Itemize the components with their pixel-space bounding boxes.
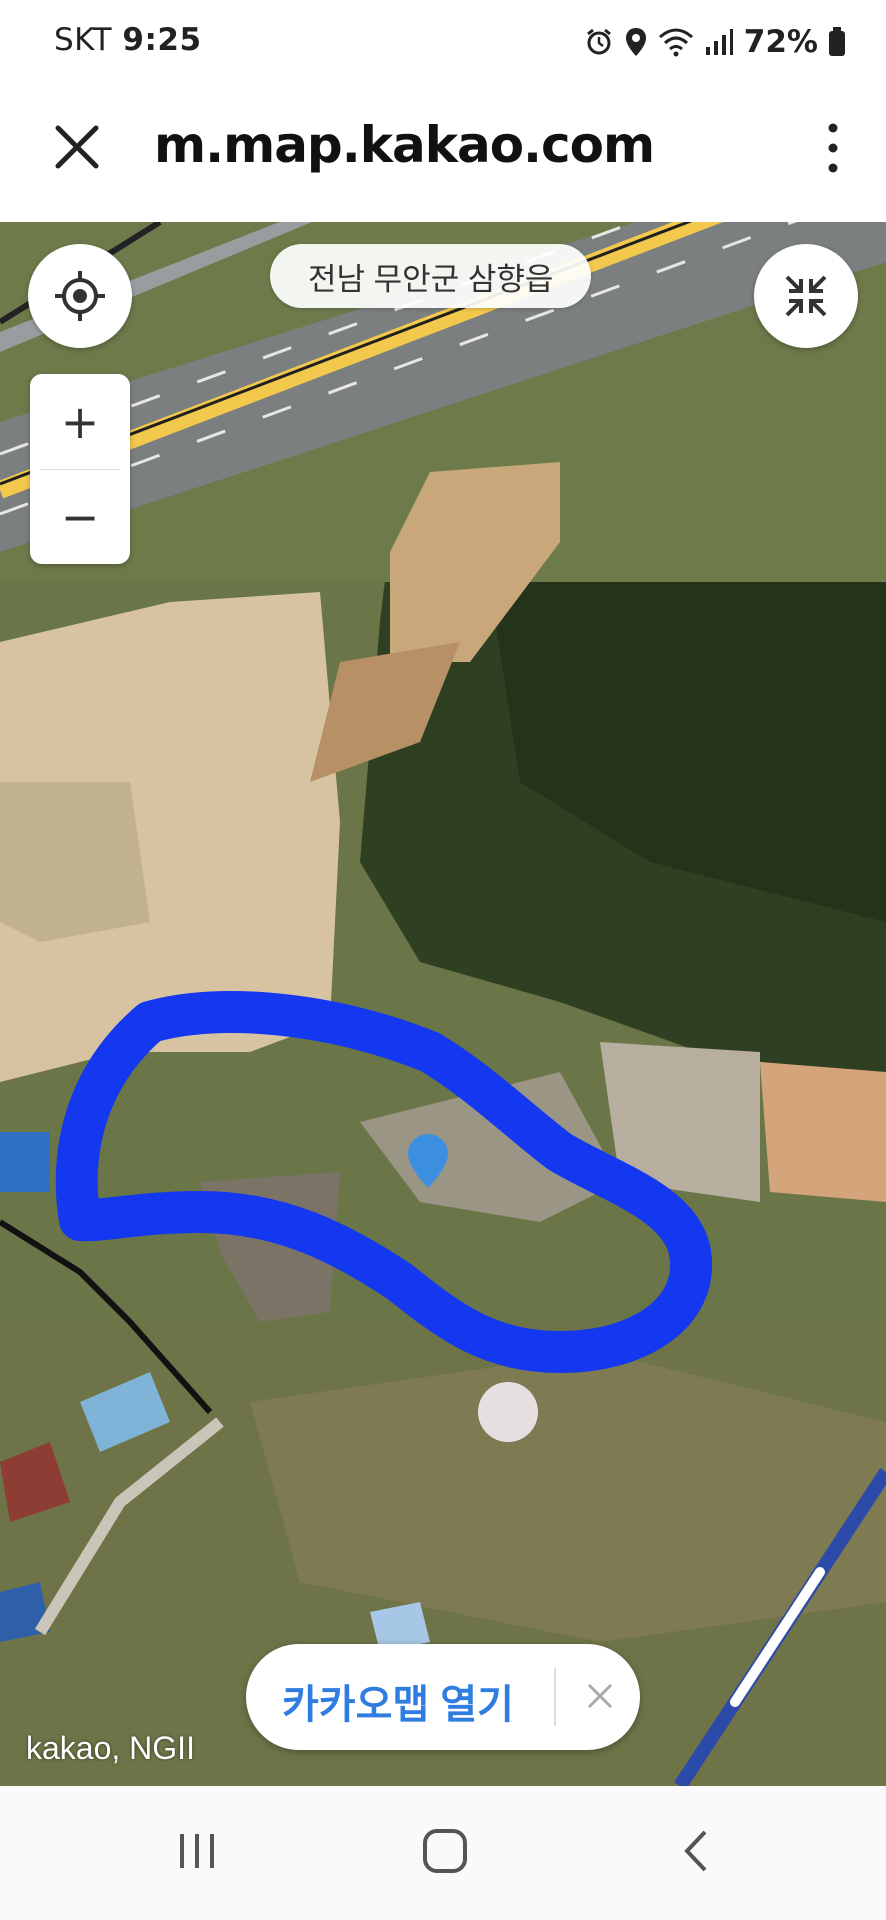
open-kakaomap-banner: 카카오맵 열기 xyxy=(246,1644,640,1750)
alarm-icon xyxy=(586,28,611,55)
more-vert-icon[interactable] xyxy=(818,120,848,176)
recent-apps-icon xyxy=(180,1834,214,1868)
clock: 9:25 xyxy=(122,22,202,58)
open-kakaomap-button[interactable]: 카카오맵 열기 xyxy=(282,1672,514,1730)
close-icon[interactable] xyxy=(50,120,104,174)
status-carrier-time: SKT 9:25 xyxy=(54,22,202,58)
home-icon xyxy=(423,1829,467,1873)
status-bar: SKT 9:25 72% xyxy=(0,0,886,86)
map-attribution: kakao, NGII xyxy=(26,1730,195,1766)
back-button[interactable] xyxy=(660,1816,730,1886)
close-icon xyxy=(587,1683,613,1709)
signal-icon xyxy=(705,29,733,55)
url-text[interactable]: m.map.kakao.com xyxy=(154,116,655,174)
my-location-button[interactable] xyxy=(28,244,132,348)
status-icons: 72% xyxy=(584,24,846,60)
satellite-imagery xyxy=(0,222,886,1786)
zoom-in-button[interactable]: + xyxy=(30,374,130,469)
dismiss-banner-button[interactable] xyxy=(570,1666,630,1726)
zoom-control: + − xyxy=(30,374,130,564)
system-nav-bar xyxy=(0,1786,886,1920)
battery-icon xyxy=(829,27,845,56)
recent-apps-button[interactable] xyxy=(162,1816,232,1886)
battery-percent: 72% xyxy=(743,24,818,60)
location-icon xyxy=(625,28,646,56)
carrier-label: SKT xyxy=(54,22,113,58)
zoom-out-button[interactable]: − xyxy=(30,469,130,564)
satellite-map[interactable]: 전남 무안군 삼향읍 + − kakao, NGII 카카오맵 열기 xyxy=(0,222,886,1786)
banner-divider xyxy=(554,1668,556,1726)
wifi-icon xyxy=(658,28,693,57)
collapse-map-button[interactable] xyxy=(754,244,858,348)
browser-toolbar: m.map.kakao.com xyxy=(0,86,886,222)
region-label: 전남 무안군 삼향읍 xyxy=(270,244,592,308)
home-button[interactable] xyxy=(410,1816,480,1886)
my-location-icon xyxy=(55,271,105,321)
collapse-icon xyxy=(785,275,827,317)
back-icon xyxy=(684,1830,707,1872)
